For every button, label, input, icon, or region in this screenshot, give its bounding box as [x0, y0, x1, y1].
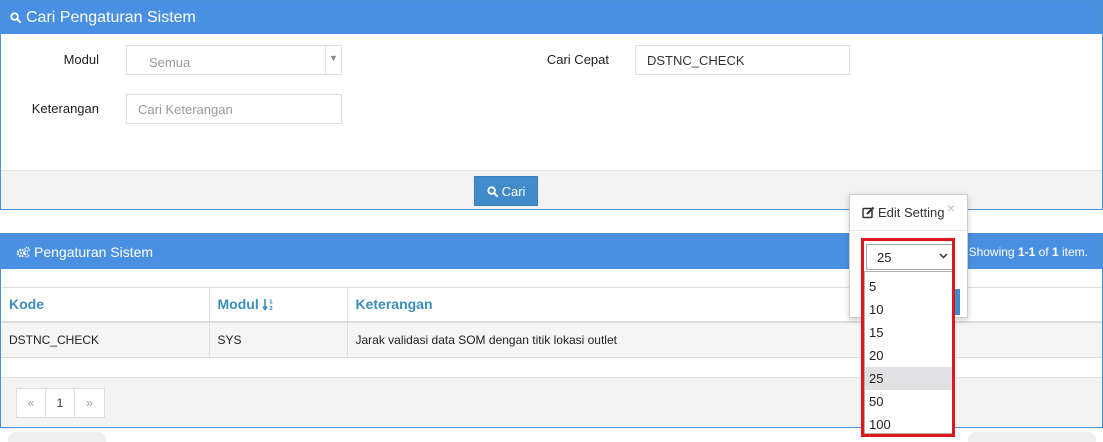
column-header-modul-label: Modul [217, 296, 259, 313]
modul-select[interactable]: Semua ▼ [126, 45, 342, 75]
chevron-down-icon: ▼ [325, 46, 341, 74]
page-size-options: 5 10 15 20 25 50 100 [864, 271, 953, 434]
popover-title: Edit Setting [878, 205, 945, 220]
search-panel-title: Cari Pengaturan Sistem [26, 8, 196, 26]
cell-kode: DSTNC_CHECK [1, 321, 210, 358]
modul-select-value: Semua [149, 55, 191, 70]
edit-icon [862, 206, 875, 219]
summary-range: 1-1 [1017, 245, 1036, 259]
pagination-next[interactable]: » [75, 389, 104, 417]
column-header-keterangan[interactable]: Keterangan [347, 287, 1102, 323]
result-summary: Showing 1-1 of 1 item. [969, 245, 1088, 259]
page-size-option-20[interactable]: 20 [865, 344, 952, 367]
gears-icon [16, 246, 30, 258]
page-size-option-10[interactable]: 10 [865, 298, 952, 321]
sort-ascending-icon: 12 [261, 298, 274, 311]
cell-keterangan: Jarak validasi data SOM dengan titik lok… [347, 321, 1102, 358]
column-header-keterangan-label: Keterangan [355, 296, 433, 313]
keterangan-label: Keterangan [31, 101, 99, 116]
chevron-down-icon [939, 253, 948, 259]
cari-cepat-label: Cari Cepat [546, 52, 609, 67]
summary-of: of [1035, 245, 1052, 259]
modul-label: Modul [63, 52, 99, 67]
page-size-option-50[interactable]: 50 [865, 390, 952, 413]
page-size-option-15[interactable]: 15 [865, 321, 952, 344]
close-icon[interactable]: × [947, 200, 955, 216]
svg-text:2: 2 [269, 306, 273, 311]
pagination-prev[interactable]: « [17, 389, 46, 417]
search-panel: Cari Pengaturan Sistem Modul Semua ▼ Ket… [0, 0, 1103, 210]
pagination: « 1 » [16, 388, 105, 418]
column-header-modul[interactable]: Modul 1 2 [209, 287, 348, 323]
summary-suffix: item. [1058, 245, 1088, 259]
search-panel-header: Cari Pengaturan Sistem [1, 1, 1102, 34]
result-panel-title: Pengaturan Sistem [34, 243, 154, 260]
column-header-kode-label: Kode [9, 296, 44, 313]
summary-prefix: Showing [968, 245, 1018, 259]
page-size-selected: 25 [877, 249, 892, 265]
page-size-select[interactable]: 25 [866, 244, 954, 270]
pagination-page-1[interactable]: 1 [46, 389, 75, 417]
popover-button-edge [955, 289, 960, 315]
search-icon [10, 12, 21, 23]
search-button-label: Cari [501, 183, 526, 199]
cell-modul: SYS [209, 321, 348, 358]
summary-total: 1 [1051, 245, 1059, 259]
column-header-kode[interactable]: Kode [1, 287, 210, 323]
search-icon [486, 185, 498, 197]
bottom-fragment-left [8, 432, 106, 442]
search-button[interactable]: Cari [474, 176, 538, 206]
keterangan-input[interactable] [126, 94, 342, 124]
page-size-option-25[interactable]: 25 [865, 367, 952, 390]
svg-text:1: 1 [269, 300, 273, 306]
cari-cepat-input[interactable] [635, 45, 850, 75]
page-size-option-100[interactable]: 100 [865, 413, 952, 436]
page-size-option-5[interactable]: 5 [865, 275, 952, 298]
bottom-fragment-right [968, 432, 1096, 442]
